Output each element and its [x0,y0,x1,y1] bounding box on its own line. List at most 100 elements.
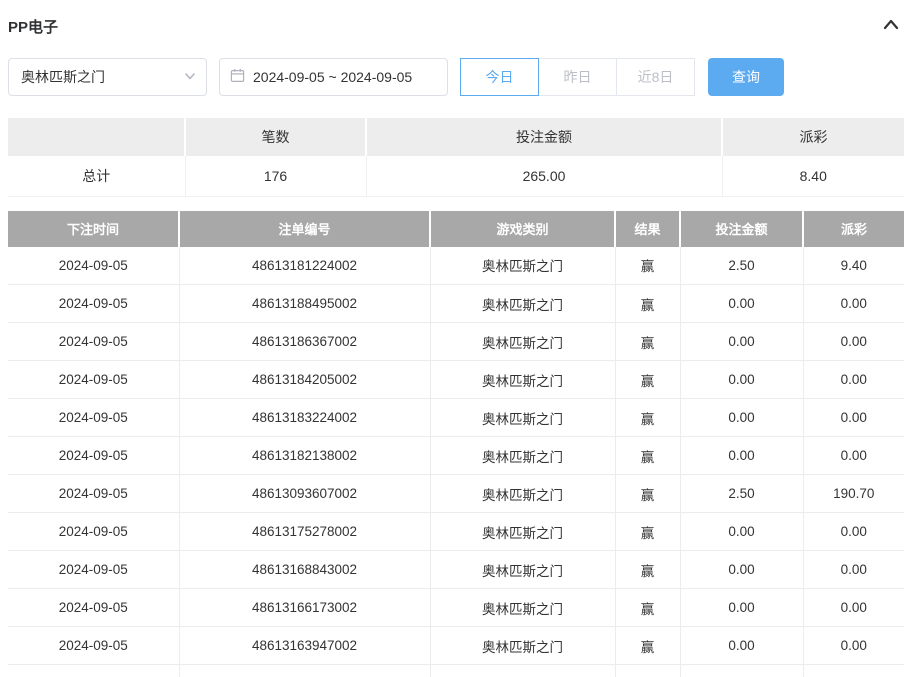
game-type-cell: 奥林匹斯之门 [430,247,615,285]
bet-amount-cell: 0.00 [680,513,803,551]
summary-total-row: 总计 176 265.00 8.40 [8,156,904,196]
order-id-cell: 48613181224002 [179,247,430,285]
payout-cell: 0.00 [803,437,904,475]
game-type-cell: 奥林匹斯之门 [430,551,615,589]
payout-cell: 0.00 [803,361,904,399]
payout-cell: 0.00 [803,551,904,589]
order-id-cell: 48613183224002 [179,399,430,437]
result-cell: 赢 [615,323,680,361]
bet-amount-cell: 0.00 [680,399,803,437]
bet-amount-cell: 0.00 [680,437,803,475]
payout-cell: 0.00 [803,285,904,323]
search-button[interactable]: 查询 [708,58,784,96]
summary-header-blank [8,118,185,156]
summary-header-count: 笔数 [185,118,366,156]
result-cell: 赢 [615,399,680,437]
payout-cell [803,665,904,677]
bet-time-cell: 2024-09-05 [8,513,179,551]
bet-time-cell: 2024-09-05 [8,437,179,475]
result-cell: 赢 [615,475,680,513]
date-range-input[interactable]: 2024-09-05 ~ 2024-09-05 [219,58,448,96]
panel-title: PP电子 [8,16,58,37]
bet-time-cell: 2024-09-05 [8,361,179,399]
bet-time-cell: 2024-09-05 [8,247,179,285]
panel-header: PP电子 [8,14,904,38]
game-type-cell: 奥林匹斯之门 [430,475,615,513]
game-type-cell: 奥林匹斯之门 [430,513,615,551]
game-select-value: 奥林匹斯之门 [21,67,105,87]
result-cell: 赢 [615,285,680,323]
order-id-cell: 48613186367002 [179,323,430,361]
calendar-icon [230,68,245,86]
payout-cell: 0.00 [803,513,904,551]
game-type-cell: 奥林匹斯之门 [430,399,615,437]
records-header-bet-amount: 投注金额 [680,211,803,247]
quick-date-button-group: 今日 昨日 近8日 [460,58,695,96]
summary-header-payout: 派彩 [722,118,904,156]
bet-time-cell: 2024-09-05 [8,551,179,589]
order-id-cell: 48613175278002 [179,513,430,551]
summary-total-payout: 8.40 [722,156,904,196]
records-header-payout: 派彩 [803,211,904,247]
game-type-cell: 奥林匹斯之门 [430,361,615,399]
pp-electronics-panel: PP电子 奥林匹斯之门 2024-09-05 ~ 2024-09-05 今日 昨… [0,0,912,677]
order-id-cell: 48613182138002 [179,437,430,475]
filter-bar: 奥林匹斯之门 2024-09-05 ~ 2024-09-05 今日 昨日 近8日… [8,58,904,96]
game-type-cell: 奥林匹斯之门 [430,437,615,475]
today-button[interactable]: 今日 [460,58,539,96]
summary-header-row: 笔数 投注金额 派彩 [8,118,904,156]
bet-time-cell: 2024-09-05 [8,589,179,627]
order-id-cell: 48613188495002 [179,285,430,323]
summary-total-count: 176 [185,156,366,196]
result-cell: 赢 [615,247,680,285]
records-header-order-id: 注单编号 [179,211,430,247]
table-row: 2024-09-0548613181224002奥林匹斯之门赢2.509.40 [8,247,904,285]
table-row: 2024-09-0548613182138002奥林匹斯之门赢0.000.00 [8,437,904,475]
table-row: 2024-09-0548613093607002奥林匹斯之门赢2.50190.7… [8,475,904,513]
order-id-cell: 48613184205002 [179,361,430,399]
table-row-partial [8,665,904,677]
game-type-cell: 奥林匹斯之门 [430,627,615,665]
summary-header-bet-amount: 投注金额 [366,118,722,156]
game-type-cell [430,665,615,677]
date-range-value: 2024-09-05 ~ 2024-09-05 [253,69,412,85]
bet-amount-cell: 2.50 [680,247,803,285]
bet-time-cell: 2024-09-05 [8,475,179,513]
game-select[interactable]: 奥林匹斯之门 [8,58,207,96]
bet-time-cell: 2024-09-05 [8,323,179,361]
table-row: 2024-09-0548613183224002奥林匹斯之门赢0.000.00 [8,399,904,437]
bet-amount-cell: 0.00 [680,551,803,589]
bet-amount-cell: 0.00 [680,627,803,665]
payout-cell: 0.00 [803,589,904,627]
game-type-cell: 奥林匹斯之门 [430,589,615,627]
bet-amount-cell: 0.00 [680,589,803,627]
records-header-bet-time: 下注时间 [8,211,179,247]
payout-cell: 190.70 [803,475,904,513]
payout-cell: 0.00 [803,399,904,437]
table-row: 2024-09-0548613166173002奥林匹斯之门赢0.000.00 [8,589,904,627]
yesterday-button[interactable]: 昨日 [538,58,617,96]
records-header-game-type: 游戏类别 [430,211,615,247]
records-table: 下注时间 注单编号 游戏类别 结果 投注金额 派彩 2024-09-054861… [8,211,904,677]
result-cell: 赢 [615,589,680,627]
table-row: 2024-09-0548613163947002奥林匹斯之门赢0.000.00 [8,627,904,665]
bet-amount-cell: 0.00 [680,361,803,399]
order-id-cell [179,665,430,677]
bet-amount-cell: 0.00 [680,323,803,361]
result-cell: 赢 [615,437,680,475]
order-id-cell: 48613168843002 [179,551,430,589]
result-cell: 赢 [615,361,680,399]
payout-cell: 0.00 [803,627,904,665]
payout-cell: 0.00 [803,323,904,361]
records-table-body: 2024-09-0548613181224002奥林匹斯之门赢2.509.402… [8,247,904,677]
result-cell: 赢 [615,551,680,589]
collapse-button[interactable] [882,17,900,36]
records-header-row: 下注时间 注单编号 游戏类别 结果 投注金额 派彩 [8,211,904,247]
bet-time-cell [8,665,179,677]
result-cell [615,665,680,677]
last-8-days-button[interactable]: 近8日 [616,58,695,96]
bet-amount-cell: 2.50 [680,475,803,513]
bet-time-cell: 2024-09-05 [8,285,179,323]
order-id-cell: 48613166173002 [179,589,430,627]
summary-total-bet-amount: 265.00 [366,156,722,196]
